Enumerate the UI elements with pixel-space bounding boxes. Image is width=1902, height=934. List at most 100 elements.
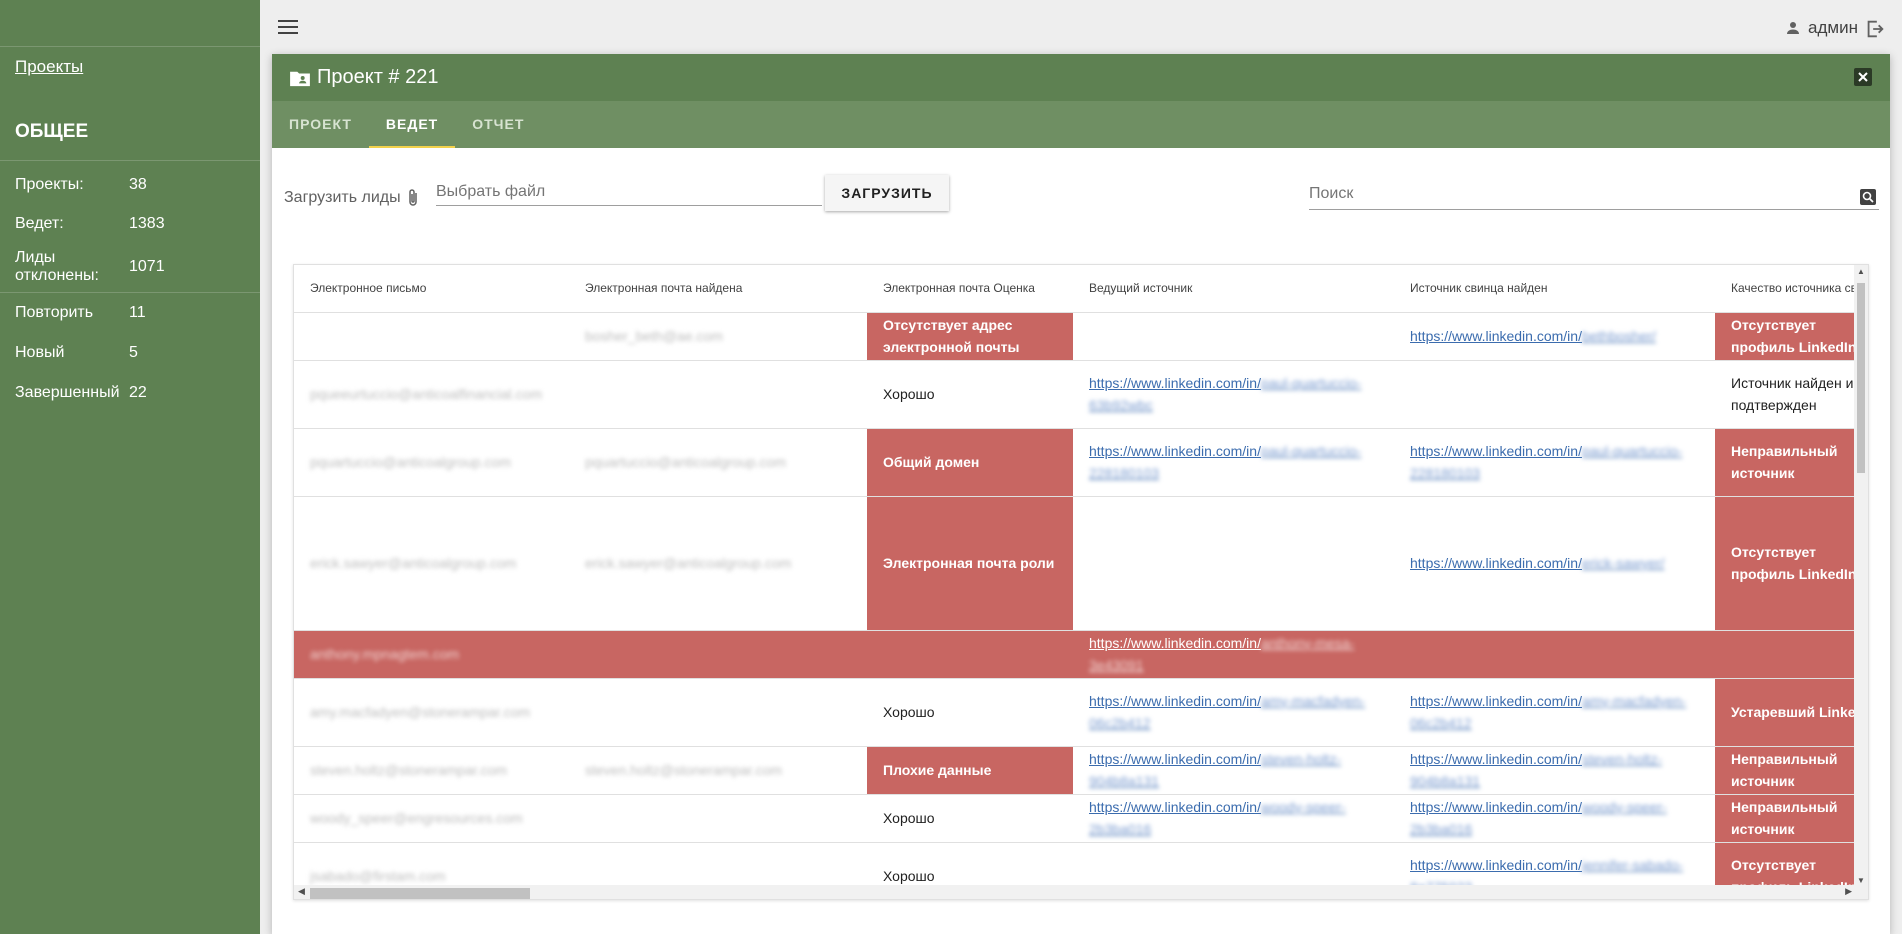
cell-email-found: bosher_beth@ae.com — [569, 312, 867, 361]
cell-lead-source: https://www.linkedin.com/in/paul-quartuc… — [1073, 428, 1394, 497]
cell-lead-source: https://www.linkedin.com/in/woody-speer-… — [1073, 794, 1394, 843]
cell-email-found: steven.holtz@stonerampar.com — [569, 746, 867, 795]
stat-value: 11 — [129, 304, 146, 321]
table-row[interactable]: anthony.mpnagtem.com https://www.linkedi… — [294, 630, 1868, 679]
dialog-header: Проект # 221 — [272, 54, 1890, 101]
leads-table-container: Электронное письмо Электронная почта най… — [293, 264, 1869, 900]
stat-value: 5 — [129, 344, 138, 361]
stat-label: Ведет: — [15, 215, 64, 232]
search-input[interactable] — [1309, 178, 1879, 210]
cell-source-found: https://www.linkedin.com/in/bethbosher/ — [1394, 312, 1715, 361]
cell-source-quality: Источник найден и подтвержден — [1715, 360, 1868, 429]
linkedin-link[interactable]: https://www.linkedin.com/in/woody-speer-… — [1410, 799, 1667, 837]
tab-leads[interactable]: ВЕДЕТ — [368, 101, 456, 148]
cell-source-quality: Неправильный источник — [1715, 794, 1868, 843]
scroll-down-icon[interactable]: ▼ — [1857, 876, 1865, 885]
col-header-email[interactable]: Электронное письмо — [294, 265, 569, 313]
search-icon[interactable] — [1859, 188, 1877, 206]
close-icon[interactable] — [1854, 68, 1872, 86]
col-header-source-quality[interactable]: Качество источника свинца — [1715, 265, 1868, 313]
table-row[interactable]: amy.macfadyen@stonerampar.com Хорошо htt… — [294, 678, 1868, 747]
table-row[interactable]: steven.holtz@stonerampar.com steven.holt… — [294, 746, 1868, 795]
scroll-right-icon[interactable]: ▶ — [1845, 886, 1852, 897]
linkedin-link[interactable]: https://www.linkedin.com/in/steven-holtz… — [1410, 751, 1662, 789]
cell-email-score: Общий домен — [867, 428, 1073, 497]
horizontal-scrollbar[interactable]: ◀ ▶ — [294, 885, 1868, 899]
col-header-source-found[interactable]: Источник свинца найден — [1394, 265, 1715, 313]
stat-leads: Ведет: 1383 — [0, 207, 260, 241]
cell-lead-source: https://www.linkedin.com/in/anthony-mesa… — [1073, 630, 1394, 679]
cell-lead-source — [1073, 496, 1394, 631]
sidebar-link-projects[interactable]: Проекты — [0, 47, 260, 103]
tab-project[interactable]: ПРОЕКТ — [272, 101, 369, 148]
stat-retry: Повторить 11 — [0, 293, 260, 333]
scroll-up-icon[interactable]: ▲ — [1857, 267, 1865, 276]
cell-source-quality: Неправильный источник — [1715, 746, 1868, 795]
upload-button[interactable]: ЗАГРУЗИТЬ — [825, 175, 949, 211]
scroll-left-icon[interactable]: ◀ — [298, 886, 305, 897]
cell-email: pquartuccio@anticoalgroup.com — [294, 428, 569, 497]
cell-email: erick.sawyer@anticoalgroup.com — [294, 496, 569, 631]
table-row[interactable]: woody_speer@engresources.com Хорошо http… — [294, 794, 1868, 843]
folder-icon — [290, 71, 310, 86]
cell-lead-source — [1073, 312, 1394, 361]
leads-table: Электронное письмо Электронная почта най… — [294, 265, 1868, 899]
cell-source-found: https://www.linkedin.com/in/erick-sawyer… — [1394, 496, 1715, 631]
col-header-lead-source[interactable]: Ведущий источник — [1073, 265, 1394, 313]
table-row[interactable]: pquartuccio@anticoalgroup.com pquartucci… — [294, 428, 1868, 497]
stat-projects: Проекты: 38 — [0, 161, 260, 207]
upload-label-text: Загрузить лиды — [284, 189, 401, 206]
stat-completed: Завершенный 22 — [0, 373, 260, 413]
linkedin-link[interactable]: https://www.linkedin.com/in/paul-quartuc… — [1410, 443, 1682, 481]
cell-source-found: https://www.linkedin.com/in/woody-speer-… — [1394, 794, 1715, 843]
cell-email-score: Хорошо — [867, 678, 1073, 747]
cell-source-quality — [1715, 630, 1868, 679]
cell-email-score: Электронная почта роли — [867, 496, 1073, 631]
cell-email: anthony.mpnagtem.com — [294, 630, 569, 679]
vertical-scroll-thumb[interactable] — [1857, 283, 1865, 473]
linkedin-link[interactable]: https://www.linkedin.com/in/woody-speer-… — [1089, 799, 1346, 837]
cell-email-score — [867, 630, 1073, 679]
project-dialog: Проект # 221 ПРОЕКТ ВЕДЕТ ОТЧЕТ Загрузит… — [272, 54, 1890, 934]
col-header-email-score[interactable]: Электронная почта Оценка — [867, 265, 1073, 313]
linkedin-link[interactable]: https://www.linkedin.com/in/amy-macfadye… — [1410, 693, 1686, 731]
cell-email — [294, 312, 569, 361]
sidebar-top-band — [0, 0, 260, 47]
user-menu[interactable]: админ — [1784, 18, 1858, 38]
cell-email-score: Хорошо — [867, 360, 1073, 429]
col-header-email-found[interactable]: Электронная почта найдена — [569, 265, 867, 313]
tab-report[interactable]: ОТЧЕТ — [455, 101, 541, 148]
horizontal-scroll-thumb[interactable] — [310, 888, 530, 899]
cell-lead-source: https://www.linkedin.com/in/steven-holtz… — [1073, 746, 1394, 795]
linkedin-link[interactable]: https://www.linkedin.com/in/anthony-mesa… — [1089, 635, 1354, 673]
cell-email: pqueeurtuccio@anticoalfinancial.com — [294, 360, 569, 429]
stat-label: Лиды отклонены: — [15, 248, 99, 284]
file-select-input[interactable] — [436, 178, 822, 206]
cell-source-quality: Отсутствует профиль LinkedIn — [1715, 312, 1868, 361]
upload-leads-label: Загрузить лиды — [284, 188, 419, 208]
sidebar: Проекты ОБЩЕЕ Проекты: 38 Ведет: 1383 Ли… — [0, 0, 260, 934]
linkedin-link[interactable]: https://www.linkedin.com/in/amy-macfadye… — [1089, 693, 1365, 731]
logout-icon[interactable] — [1864, 18, 1886, 40]
linkedin-link[interactable]: https://www.linkedin.com/in/paul-quartuc… — [1089, 375, 1361, 413]
linkedin-link[interactable]: https://www.linkedin.com/in/bethbosher/ — [1410, 328, 1656, 344]
stat-value: 22 — [129, 384, 147, 401]
user-icon — [1787, 22, 1800, 34]
cell-source-found: https://www.linkedin.com/in/paul-quartuc… — [1394, 428, 1715, 497]
stat-label: Проекты: — [15, 176, 84, 193]
vertical-scrollbar[interactable]: ▲ ▼ — [1854, 265, 1868, 899]
top-bar: админ — [260, 0, 1902, 54]
table-row[interactable]: bosher_beth@ae.com Отсутствует адрес эле… — [294, 312, 1868, 361]
stat-value: 1071 — [129, 257, 165, 275]
linkedin-link[interactable]: https://www.linkedin.com/in/paul-quartuc… — [1089, 443, 1361, 481]
table-row[interactable]: erick.sawyer@anticoalgroup.com erick.saw… — [294, 496, 1868, 631]
stat-value: 1383 — [129, 215, 165, 232]
menu-icon[interactable] — [278, 20, 298, 34]
paperclip-icon[interactable] — [407, 188, 419, 208]
cell-source-found — [1394, 360, 1715, 429]
cell-email-found — [569, 630, 867, 679]
linkedin-link[interactable]: https://www.linkedin.com/in/erick-sawyer… — [1410, 555, 1664, 571]
table-header-row: Электронное письмо Электронная почта най… — [294, 265, 1868, 313]
linkedin-link[interactable]: https://www.linkedin.com/in/steven-holtz… — [1089, 751, 1341, 789]
table-row[interactable]: pqueeurtuccio@anticoalfinancial.com Хоро… — [294, 360, 1868, 429]
